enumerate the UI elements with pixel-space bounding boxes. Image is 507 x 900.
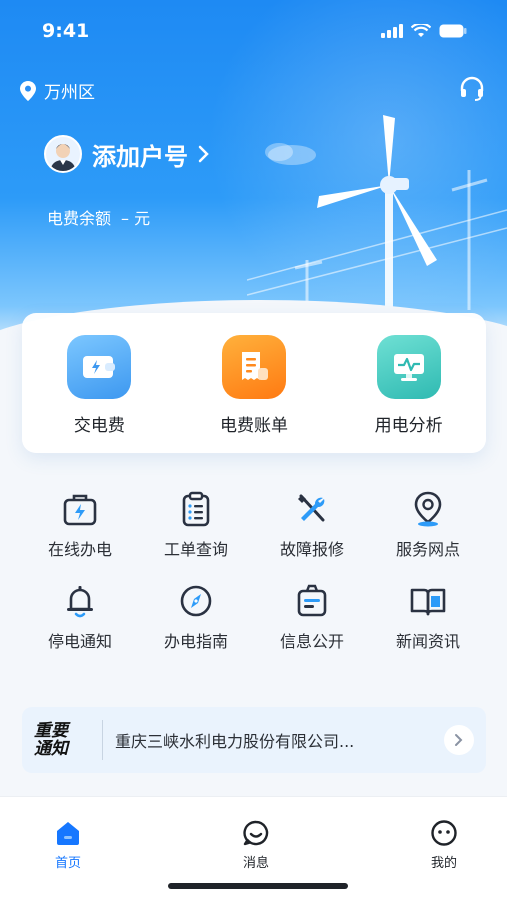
info-card-icon bbox=[297, 584, 327, 617]
bill-icon bbox=[241, 352, 268, 380]
balance-row: 电费余额 – 元 bbox=[47, 205, 150, 229]
bell-icon bbox=[67, 586, 93, 618]
home-indicator bbox=[168, 883, 348, 889]
profile-face-icon bbox=[431, 820, 457, 846]
service-fault-repair[interactable]: 故障报修 bbox=[254, 490, 370, 560]
home-icon bbox=[57, 822, 79, 845]
location-pin-icon bbox=[20, 80, 36, 101]
pay-bill-label: 交电费 bbox=[73, 416, 125, 436]
quick-action-bill[interactable]: 电费账单 bbox=[194, 335, 314, 453]
cellular-signal-icon bbox=[381, 24, 403, 38]
usage-analysis-label: 用电分析 bbox=[374, 416, 443, 436]
add-account-label: 添加户号 bbox=[92, 142, 188, 171]
service-online-application[interactable]: 在线办电 bbox=[22, 490, 138, 560]
message-smile-icon bbox=[243, 820, 269, 846]
balance-value: – 元 bbox=[121, 209, 151, 228]
open-book-icon bbox=[410, 588, 446, 616]
notice-tag-line2: 通知 bbox=[34, 739, 68, 759]
service-guide[interactable]: 办电指南 bbox=[138, 582, 254, 652]
balance-label: 电费余额 bbox=[47, 209, 112, 228]
tab-home[interactable]: 首页 bbox=[28, 819, 108, 871]
tab-profile-label: 我的 bbox=[430, 856, 457, 871]
status-icons bbox=[381, 24, 467, 38]
service-label: 信息公开 bbox=[279, 632, 344, 651]
service-outage-notice[interactable]: 停电通知 bbox=[22, 582, 138, 652]
quick-action-pay-bill[interactable]: 交电费 bbox=[39, 335, 159, 453]
monitor-pulse-icon bbox=[393, 354, 424, 381]
notice-tag: 重要 通知 bbox=[34, 722, 94, 758]
tab-home-label: 首页 bbox=[54, 856, 81, 871]
user-avatar-icon bbox=[50, 144, 76, 171]
status-time: 9:41 bbox=[42, 20, 90, 42]
notice-arrow-button[interactable] bbox=[444, 725, 474, 755]
tab-messages-label: 消息 bbox=[242, 856, 269, 871]
service-news[interactable]: 新闻资讯 bbox=[370, 582, 486, 652]
service-label: 新闻资讯 bbox=[395, 632, 460, 651]
wind-turbine-illustration bbox=[247, 115, 507, 315]
pay-bill-tile bbox=[67, 335, 132, 399]
service-label: 在线办电 bbox=[47, 540, 112, 559]
tab-profile[interactable]: 我的 bbox=[404, 819, 484, 871]
status-bar: 9:41 bbox=[0, 18, 507, 48]
chevron-right-icon bbox=[198, 145, 209, 163]
notice-divider bbox=[102, 720, 103, 760]
service-outlets[interactable]: 服务网点 bbox=[370, 490, 486, 560]
service-info-disclosure[interactable]: 信息公开 bbox=[254, 582, 370, 652]
battery-icon bbox=[439, 24, 467, 38]
location-label: 万州区 bbox=[44, 83, 95, 103]
wallet-bolt-icon bbox=[83, 356, 116, 378]
chevron-right-icon bbox=[455, 734, 463, 746]
usage-analysis-tile bbox=[376, 335, 441, 399]
tab-messages[interactable]: 消息 bbox=[216, 819, 296, 871]
avatar bbox=[44, 135, 82, 173]
compass-icon bbox=[180, 585, 212, 617]
clipboard-list-icon bbox=[182, 491, 210, 527]
wifi-icon bbox=[411, 24, 431, 37]
service-label: 工单查询 bbox=[163, 540, 228, 559]
location-selector[interactable]: 万州区 bbox=[20, 78, 95, 103]
service-label: 办电指南 bbox=[163, 632, 228, 651]
quick-actions-card: 交电费 电费账单 用电分析 bbox=[22, 313, 486, 453]
map-pin-icon bbox=[414, 491, 442, 527]
services-grid: 在线办电 工单查询 故障报修 服务网点 停电通知 办电指南 信息公开 新闻资讯 bbox=[22, 490, 486, 652]
tools-icon bbox=[298, 494, 325, 522]
customer-service-headset-icon[interactable] bbox=[459, 76, 485, 102]
service-label: 停电通知 bbox=[47, 632, 112, 651]
briefcase-bolt-icon bbox=[63, 494, 97, 526]
service-work-order-query[interactable]: 工单查询 bbox=[138, 490, 254, 560]
header-banner: 9:41 万州区 添加户号 电费余额 – 元 bbox=[0, 0, 507, 360]
notice-text: 重庆三峡水利电力股份有限公司... bbox=[115, 732, 355, 751]
notice-tag-line1: 重要 bbox=[34, 721, 68, 741]
important-notice-banner[interactable]: 重要 通知 重庆三峡水利电力股份有限公司... bbox=[22, 707, 486, 773]
quick-action-usage-analysis[interactable]: 用电分析 bbox=[349, 335, 469, 453]
service-label: 服务网点 bbox=[395, 540, 460, 559]
bill-tile bbox=[221, 335, 286, 399]
bill-label: 电费账单 bbox=[219, 416, 288, 436]
service-label: 故障报修 bbox=[279, 540, 344, 559]
add-account-link[interactable]: 添加户号 bbox=[44, 135, 210, 173]
